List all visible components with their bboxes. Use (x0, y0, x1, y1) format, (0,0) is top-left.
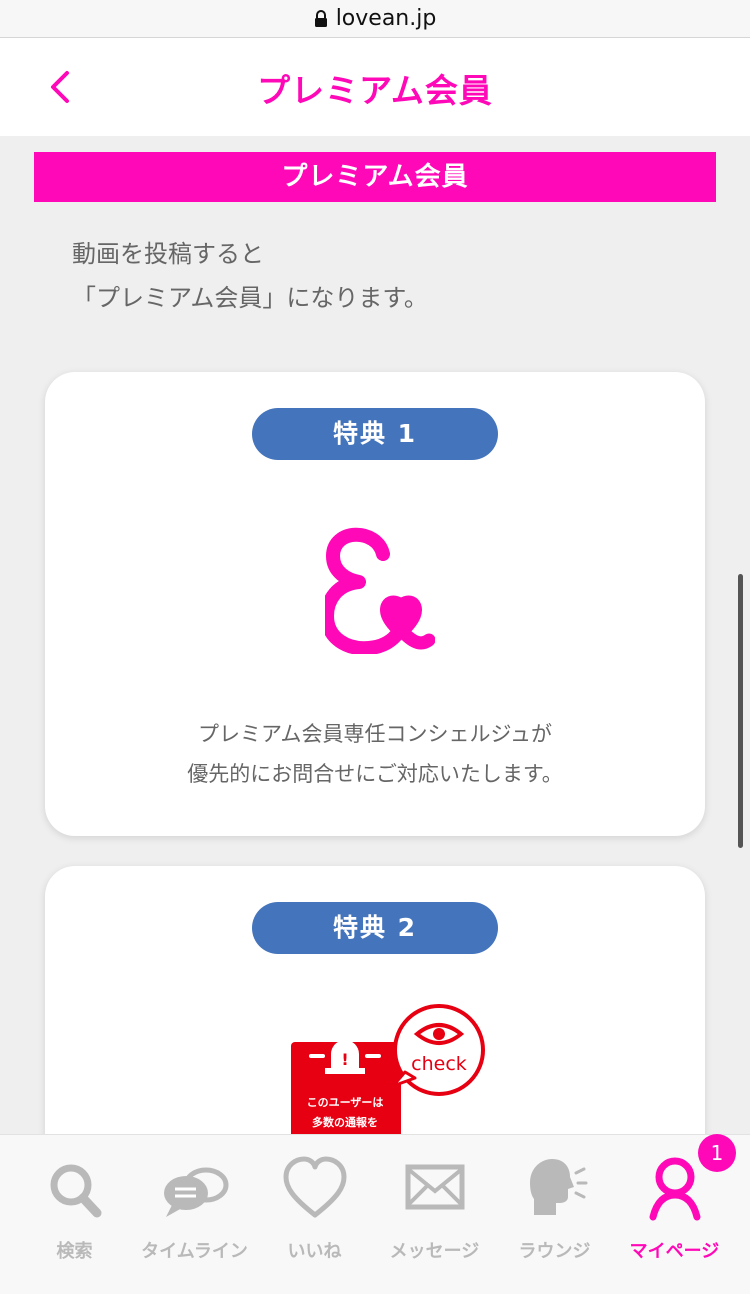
speaking-head-icon (529, 1159, 587, 1215)
graphic-check-text: check (411, 1053, 467, 1075)
graphic-line-1: このユーザーは (307, 1096, 384, 1109)
nav-label-lounge: ラウンジ (518, 1241, 591, 1262)
benefit-desc-1: プレミアム会員専任コンシェルジュが 優先的にお問合せにご対応いたします。 (45, 714, 705, 794)
nav-item-search[interactable]: 検索 (12, 1153, 137, 1263)
bottom-nav: 検索 タイムライン いいね メッセージ ラウンジ マイページ (0, 1134, 750, 1294)
scrollbar[interactable] (738, 574, 743, 848)
nav-item-timeline[interactable]: タイムライン (132, 1153, 257, 1263)
nav-item-messages[interactable]: メッセージ (372, 1153, 497, 1263)
section-banner: プレミアム会員 (34, 152, 716, 202)
chat-bubbles-icon (163, 1167, 228, 1217)
intro-line-2: 「プレミアム会員」になります。 (72, 284, 428, 312)
lock-icon (314, 9, 327, 27)
graphic-line-2: 多数の通報を (312, 1115, 378, 1129)
benefit-desc-1-line-1: プレミアム会員専任コンシェルジュが (197, 722, 553, 746)
intro-line-1: 動画を投稿すると (72, 240, 264, 268)
benefit-card-1: 特典 1 プレミアム会員専任コンシェルジュが 優先的にお問合せにご対応いたします… (45, 372, 705, 836)
benefit-card-2: 特典 2 ! このユーザーは 多数の通報を check (45, 866, 705, 1166)
app-header: プレミアム会員 (0, 38, 750, 136)
nav-label-likes: いいね (287, 1241, 342, 1262)
svg-text:!: ! (341, 1050, 348, 1069)
nav-item-lounge[interactable]: ラウンジ (492, 1153, 617, 1263)
heart-icon (283, 1156, 346, 1218)
notification-badge: 1 (698, 1134, 736, 1172)
nav-label-timeline: タイムライン (141, 1241, 248, 1262)
envelope-icon (405, 1164, 464, 1210)
nav-item-likes[interactable]: いいね (252, 1153, 377, 1263)
benefit-label-1: 特典 1 (252, 408, 498, 460)
alert-check-graphic-icon: ! このユーザーは 多数の通報を check (291, 1004, 485, 1142)
person-icon (649, 1157, 700, 1221)
url-bar[interactable]: lovean.jp (0, 0, 750, 38)
intro-text: 動画を投稿すると 「プレミアム会員」になります。 (72, 232, 428, 320)
nav-label-search: 検索 (56, 1241, 93, 1262)
url-text: lovean.jp (335, 6, 437, 31)
ampersand-heart-logo-icon (325, 527, 435, 654)
page-title: プレミアム会員 (257, 71, 493, 110)
benefit-desc-1-line-2: 優先的にお問合せにご対応いたします。 (187, 762, 563, 786)
nav-label-mypage: マイページ (629, 1241, 720, 1262)
benefit-label-2: 特典 2 (252, 902, 498, 954)
nav-label-messages: メッセージ (389, 1241, 480, 1262)
search-icon (50, 1164, 101, 1218)
